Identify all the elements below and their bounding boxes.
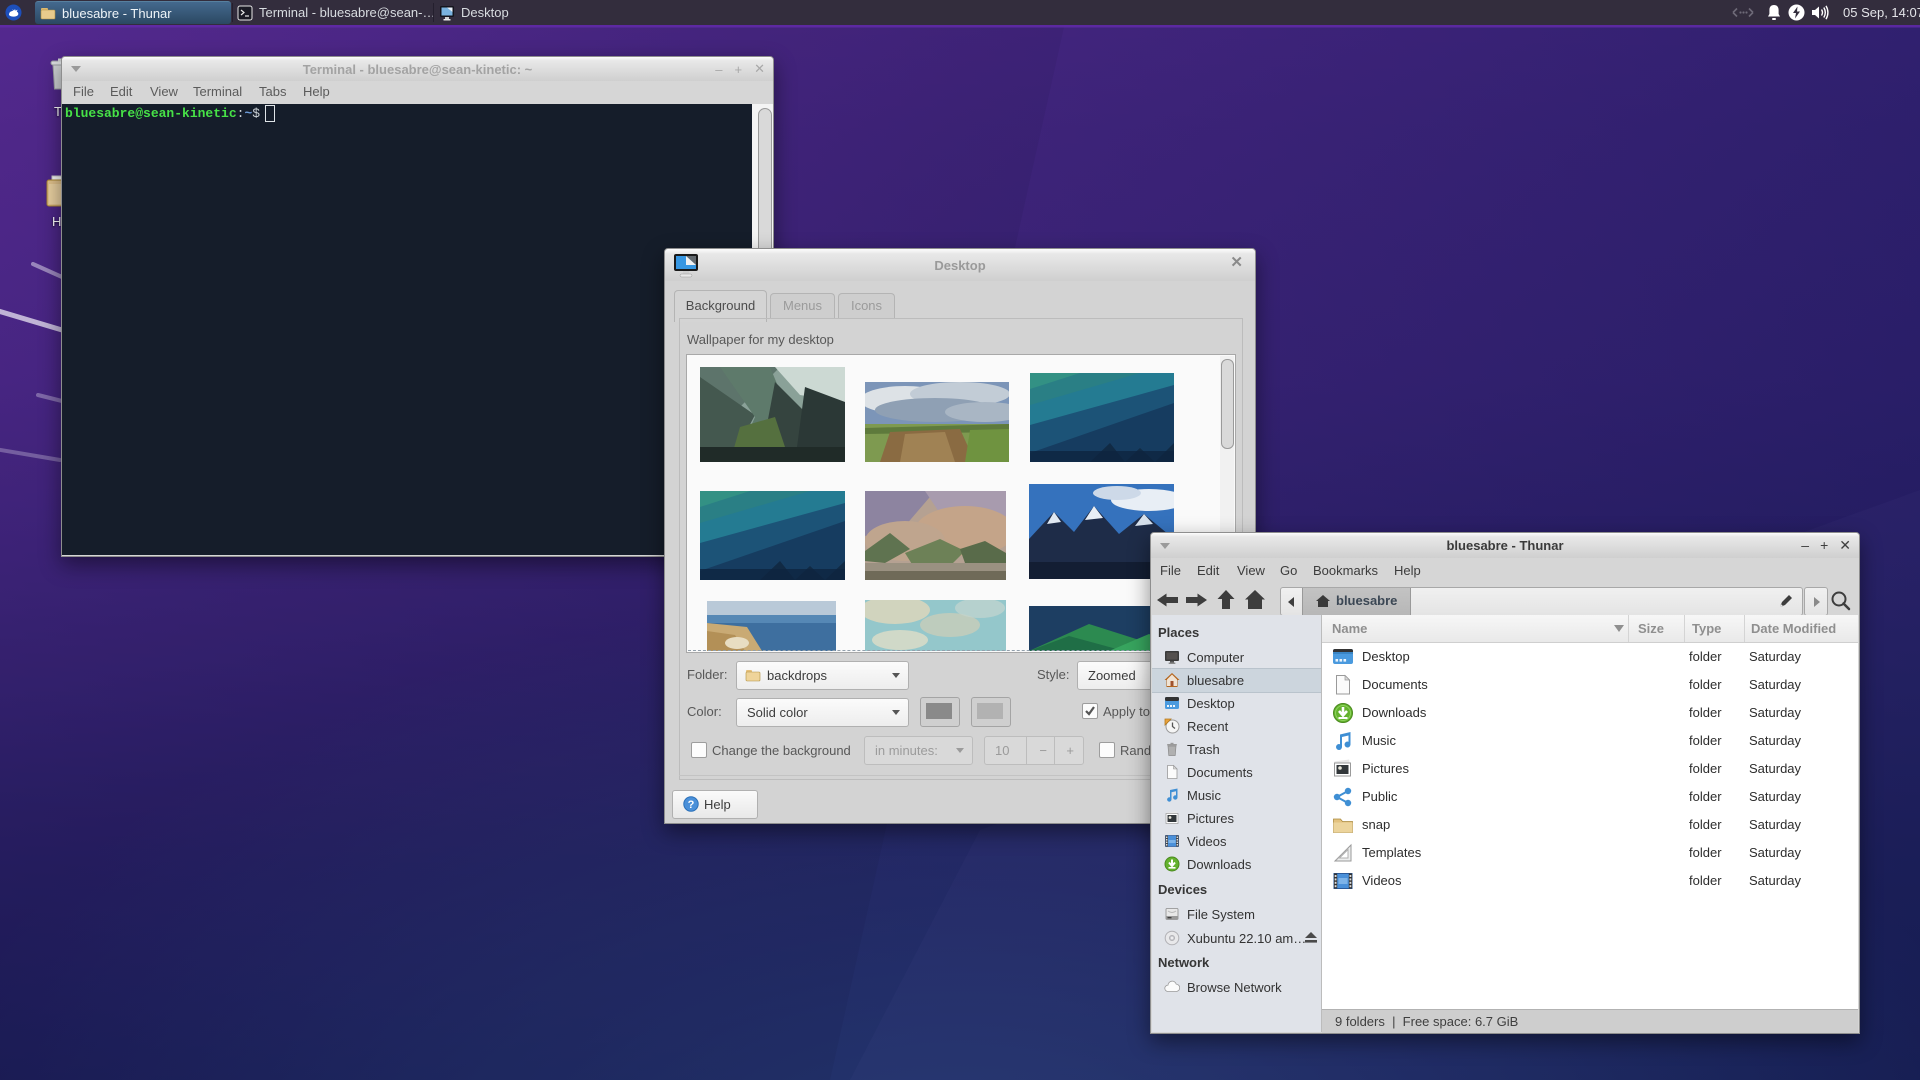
svg-text:?: ?	[688, 799, 695, 811]
